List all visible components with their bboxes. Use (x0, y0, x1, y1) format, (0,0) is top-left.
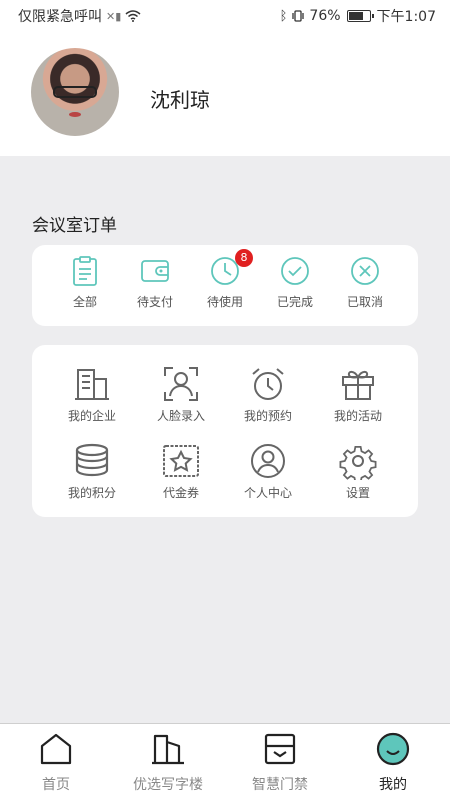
order-cancelled-label: 已取消 (346, 295, 383, 309)
order-all-label: 全部 (72, 295, 97, 309)
face-enroll-label: 人脸录入 (156, 409, 205, 423)
avatar[interactable] (31, 48, 119, 136)
my-company-button[interactable]: 我的企业 (47, 365, 137, 424)
tab-smart-access[interactable]: 智慧门禁 (224, 732, 336, 794)
order-completed-button[interactable]: 已完成 (260, 255, 330, 310)
voucher-label: 代金券 (162, 486, 199, 500)
face-scan-icon (164, 367, 198, 401)
clipboard-icon (73, 256, 97, 286)
door-access-icon (264, 733, 296, 765)
settings-label: 设置 (345, 486, 370, 500)
coins-icon (75, 443, 109, 477)
my-reservations-label: 我的预约 (243, 409, 292, 423)
profile-header: 沈利琼 (0, 32, 450, 156)
tab-home-label: 首页 (42, 777, 70, 793)
personal-center-button[interactable]: 个人中心 (223, 442, 313, 501)
my-company-label: 我的企业 (67, 409, 116, 423)
order-pending-use-button[interactable]: 8 待使用 (190, 249, 260, 310)
bottom-tab-bar: 首页 优选写字楼 智慧门禁 我的 (0, 723, 450, 800)
gift-icon (342, 370, 374, 400)
order-pending-use-label: 待使用 (206, 295, 243, 309)
pending-use-count-badge: 8 (235, 249, 253, 267)
status-bar: 仅限紧急呼叫 ✕▮ ᛒ 76% 下午1:07 (0, 0, 450, 32)
settings-gear-icon (339, 446, 377, 484)
office-building-icon (152, 734, 184, 765)
order-all-button[interactable]: 全部 (50, 255, 120, 310)
order-pending-pay-button[interactable]: 待支付 (120, 255, 190, 310)
tab-mine[interactable]: 我的 (337, 732, 449, 794)
my-activities-label: 我的活动 (333, 409, 382, 423)
voucher-icon (163, 445, 199, 477)
services-menu-card: 我的企业 人脸录入 我的预约 我的活动 我的积分 代金券 个人中心 设置 (32, 345, 418, 517)
bluetooth-icon: ᛒ (279, 8, 288, 24)
tab-office-buildings-label: 优选写字楼 (133, 777, 203, 793)
home-icon (40, 733, 72, 765)
tab-mine-label: 我的 (379, 777, 407, 793)
wallet-icon (141, 260, 169, 282)
tab-smart-access-label: 智慧门禁 (252, 777, 308, 793)
check-circle-icon (281, 257, 309, 285)
personal-center-label: 个人中心 (243, 486, 292, 500)
orders-card: 全部 待支付 8 待使用 已完成 已取消 (32, 245, 418, 326)
face-enroll-button[interactable]: 人脸录入 (136, 365, 226, 424)
carrier-text: 仅限紧急呼叫 (18, 9, 102, 25)
battery-icon (346, 10, 374, 22)
my-points-label: 我的积分 (67, 486, 116, 500)
order-cancelled-button[interactable]: 已取消 (330, 255, 400, 310)
my-points-button[interactable]: 我的积分 (47, 442, 137, 501)
profile-face-icon (376, 732, 410, 766)
settings-button[interactable]: 设置 (313, 442, 403, 501)
order-pending-pay-label: 待支付 (136, 295, 173, 309)
alarm-clock-icon (252, 368, 284, 400)
person-circle-icon (251, 444, 285, 478)
no-signal-icon: ✕▮ (106, 9, 122, 23)
building-icon (75, 369, 109, 400)
order-completed-label: 已完成 (276, 295, 313, 309)
battery-percent: 76% (309, 8, 341, 24)
vibrate-icon (292, 10, 305, 22)
orders-section-title: 会议室订单 (32, 216, 117, 236)
tab-home[interactable]: 首页 (0, 732, 112, 794)
clock-time: 下午1:07 (376, 9, 436, 25)
user-name: 沈利琼 (150, 88, 210, 112)
wifi-icon (125, 10, 141, 22)
voucher-button[interactable]: 代金券 (136, 442, 226, 501)
tab-office-buildings[interactable]: 优选写字楼 (112, 732, 224, 794)
my-activities-button[interactable]: 我的活动 (313, 365, 403, 424)
x-circle-icon (351, 257, 379, 285)
my-reservations-button[interactable]: 我的预约 (223, 365, 313, 424)
